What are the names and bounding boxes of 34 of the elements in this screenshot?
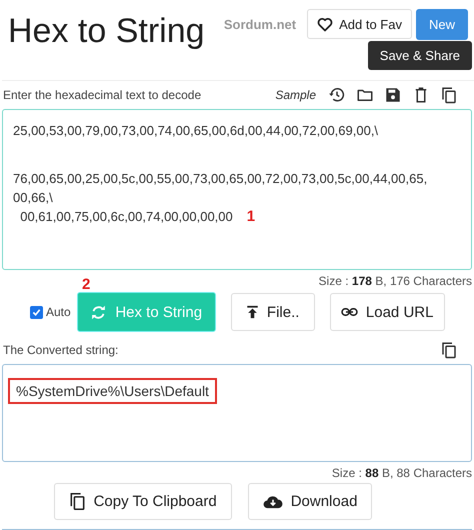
refresh-icon bbox=[90, 304, 108, 320]
auto-label: Auto bbox=[46, 305, 71, 319]
output-field[interactable]: %SystemDrive%\Users\Default bbox=[2, 364, 472, 462]
copy-icon[interactable] bbox=[440, 86, 458, 104]
auto-checkbox[interactable] bbox=[30, 306, 43, 318]
annotation-number: 2 bbox=[82, 276, 90, 293]
copy-icon bbox=[68, 492, 86, 511]
link-icon bbox=[340, 307, 358, 317]
hex-input-field[interactable]: 25,00,53,00,79,00,73,00,74,00,65,00,6d,00,44,00,72,00,69,00,\ 76,00,65,00,25,00,5c,00,55,00,73,00,65,00,72,00,73,00,5c,00,44,00,65, 00,66,\ 00,61,00,75,00,6c,00,74,00,00,00,00 1 bbox=[2, 109, 472, 270]
converted-text: %SystemDrive%\Users\Default bbox=[8, 378, 217, 404]
output-label: The Converted string: bbox=[3, 343, 118, 357]
add-to-fav-button[interactable]: Add to Fav bbox=[307, 9, 412, 39]
download-button[interactable]: Download bbox=[248, 483, 372, 520]
hex-text-line: 00,61,00,75,00,6c,00,74,00,00,00,00 bbox=[19, 209, 233, 224]
input-size-info: Size : 178 B, 176 Characters bbox=[318, 274, 472, 288]
hex-text-line: 76,00,65,00,25,00,5c,00,55,00,73,00,65,00,72,00,73,00,5c,00,44,00,65, bbox=[13, 171, 428, 186]
copy-to-clipboard-button[interactable]: Copy To Clipboard bbox=[54, 483, 232, 520]
load-url-button[interactable]: Load URL bbox=[330, 293, 445, 331]
output-size-info: Size : 88 B, 88 Characters bbox=[332, 466, 472, 480]
site-name: Sordum.net bbox=[224, 17, 296, 32]
cloud-download-icon bbox=[262, 494, 283, 508]
upload-icon bbox=[246, 305, 259, 319]
input-label: Enter the hexadecimal text to decode bbox=[3, 88, 202, 102]
annotation-number: 1 bbox=[246, 208, 256, 225]
copy-icon[interactable] bbox=[440, 341, 458, 359]
history-icon[interactable] bbox=[328, 86, 346, 104]
hex-text-line: 25,00,53,00,79,00,73,00,74,00,65,00,6d,00,44,00,72,00,69,00,\ bbox=[13, 123, 378, 138]
sample-link[interactable]: Sample bbox=[275, 88, 316, 102]
page-title: Hex to String bbox=[8, 12, 205, 51]
tooltip: Save & Share bbox=[368, 41, 472, 70]
file-button[interactable]: File.. bbox=[230, 293, 315, 331]
hex-text-line: 00,66,\ bbox=[13, 190, 53, 205]
heart-icon bbox=[317, 16, 334, 32]
save-icon[interactable] bbox=[384, 86, 402, 104]
